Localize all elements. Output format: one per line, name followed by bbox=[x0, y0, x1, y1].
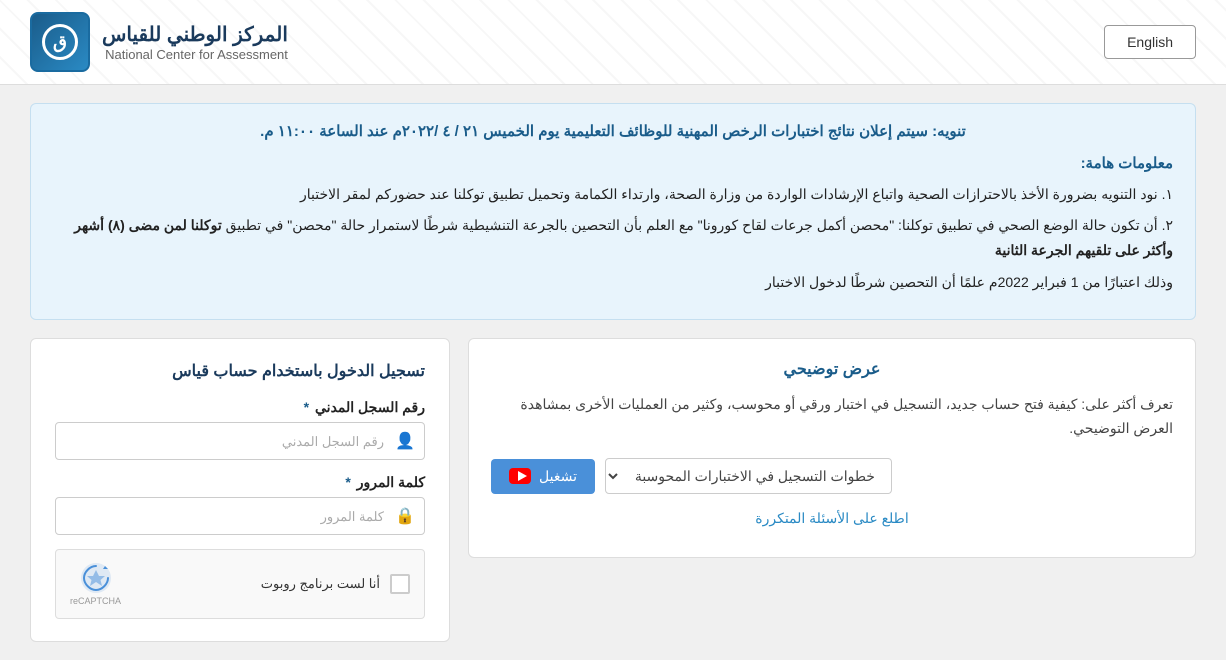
main-content: تنويه: سيتم إعلان نتائج اختبارات الرخص ا… bbox=[0, 85, 1226, 660]
login-box: تسجيل الدخول باستخدام حساب قياس رقم السج… bbox=[30, 338, 450, 642]
notice-section-title: معلومات هامة: bbox=[53, 154, 1173, 172]
lock-icon: 🔒 bbox=[395, 506, 415, 526]
password-required: * bbox=[345, 474, 350, 490]
header: English المركز الوطني للقياس National Ce… bbox=[0, 0, 1226, 85]
password-wrapper: 🔒 bbox=[55, 497, 425, 535]
demo-description: تعرف أكثر على: كيفية فتح حساب جديد، التس… bbox=[491, 393, 1173, 441]
notice-item-2-prefix: ٢. أن تكون حالة الوضع الصحي في تطبيق توك… bbox=[226, 217, 1173, 233]
notice-item-3: وذلك اعتبارًا من 1 فبراير 2022م علمًا أن… bbox=[53, 270, 1173, 295]
recaptcha-subtext: reCAPTCHA bbox=[70, 596, 121, 606]
login-title: تسجيل الدخول باستخدام حساب قياس bbox=[55, 361, 425, 381]
notice-title: تنويه: سيتم إعلان نتائج اختبارات الرخص ا… bbox=[53, 122, 1173, 140]
logo-icon-inner bbox=[32, 14, 88, 70]
recaptcha-box[interactable]: أنا لست برنامج روبوت reCAPTCHA bbox=[55, 549, 425, 619]
logo-area: المركز الوطني للقياس National Center for… bbox=[30, 12, 288, 72]
national-id-label: رقم السجل المدني * bbox=[55, 399, 425, 416]
national-id-group: رقم السجل المدني * 👤 bbox=[55, 399, 425, 460]
recaptcha-label: أنا لست برنامج روبوت bbox=[261, 576, 380, 592]
password-group: كلمة المرور * 🔒 bbox=[55, 474, 425, 535]
recaptcha-checkbox[interactable] bbox=[390, 574, 410, 594]
logo-arabic-name: المركز الوطني للقياس bbox=[102, 22, 288, 47]
play-button-label: تشغيل bbox=[539, 468, 577, 485]
lower-section: عرض توضيحي تعرف أكثر على: كيفية فتح حساب… bbox=[30, 338, 1196, 642]
national-id-wrapper: 👤 bbox=[55, 422, 425, 460]
demo-dropdown-row: خطوات التسجيل في الاختبارات المحوسبة تشغ… bbox=[491, 458, 1173, 494]
user-icon: 👤 bbox=[395, 431, 415, 451]
notice-item-1: ١. نود التنويه بضرورة الأخذ بالاحترازات … bbox=[53, 182, 1173, 207]
notice-item-2: ٢. أن تكون حالة الوضع الصحي في تطبيق توك… bbox=[53, 213, 1173, 263]
password-input[interactable] bbox=[55, 497, 425, 535]
logo-english-name: National Center for Assessment bbox=[102, 47, 288, 62]
demo-play-button[interactable]: تشغيل bbox=[491, 459, 595, 494]
faq-link[interactable]: اطلع على الأسئلة المتكررة bbox=[491, 510, 1173, 527]
english-language-button[interactable]: English bbox=[1104, 25, 1196, 59]
demo-select[interactable]: خطوات التسجيل في الاختبارات المحوسبة bbox=[605, 458, 892, 494]
notice-box: تنويه: سيتم إعلان نتائج اختبارات الرخص ا… bbox=[30, 103, 1196, 320]
logo-text: المركز الوطني للقياس National Center for… bbox=[102, 22, 288, 62]
demo-box: عرض توضيحي تعرف أكثر على: كيفية فتح حساب… bbox=[468, 338, 1196, 558]
password-label: كلمة المرور * bbox=[55, 474, 425, 491]
national-id-input[interactable] bbox=[55, 422, 425, 460]
youtube-icon bbox=[509, 468, 531, 484]
logo-icon bbox=[30, 12, 90, 72]
recaptcha-logo: reCAPTCHA bbox=[70, 562, 121, 606]
national-id-required: * bbox=[304, 399, 309, 415]
recaptcha-left: أنا لست برنامج روبوت bbox=[261, 574, 410, 594]
demo-title: عرض توضيحي bbox=[491, 359, 1173, 379]
recaptcha-logo-icon bbox=[80, 562, 112, 594]
